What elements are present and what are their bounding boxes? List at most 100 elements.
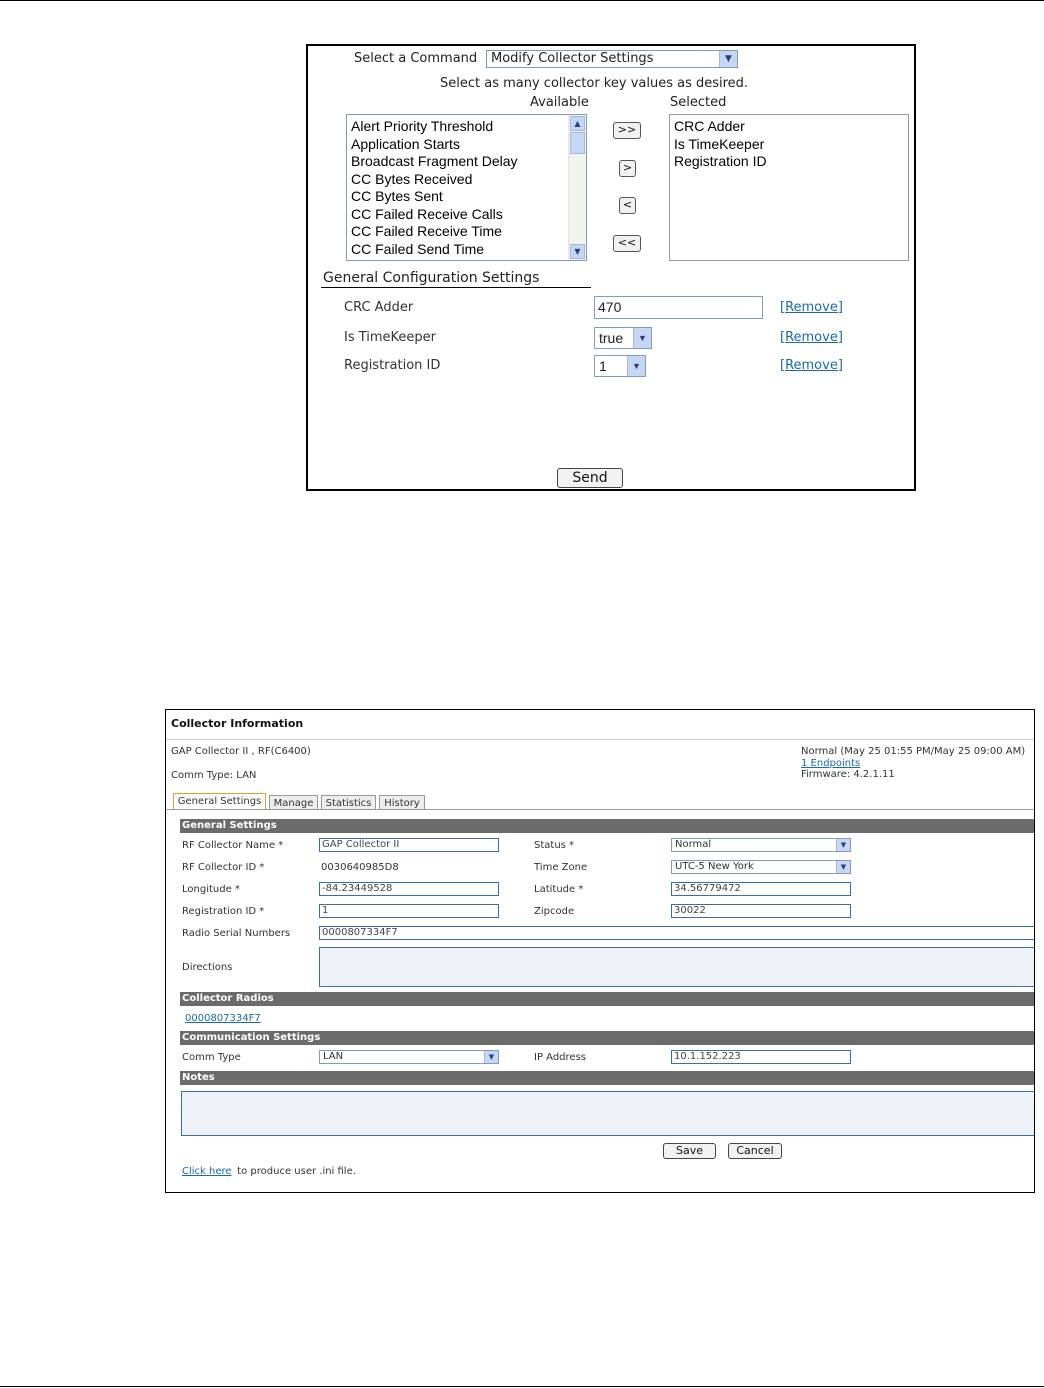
available-list[interactable]: Alert Priority Threshold Application Sta… (346, 114, 587, 261)
section-underline (321, 287, 591, 288)
general-settings-header: General Settings (180, 819, 1034, 833)
command-select[interactable]: Modify Collector Settings ▼ (486, 50, 738, 68)
scroll-down-icon[interactable]: ▼ (570, 244, 585, 259)
comm-type-value: LAN (323, 1051, 344, 1062)
zipcode-input[interactable]: 30022 (671, 904, 851, 918)
radio-serial-input[interactable]: 0000807334F7 (319, 926, 1034, 940)
send-button[interactable]: Send (557, 468, 623, 488)
directions-textarea[interactable] (319, 947, 1034, 987)
communication-settings-header: Communication Settings (180, 1031, 1034, 1045)
top-rule (0, 0, 1044, 1)
rf-collector-name-input[interactable]: GAP Collector II (319, 838, 499, 852)
panel-title: Collector Information (171, 717, 304, 730)
scroll-up-icon[interactable]: ▲ (570, 116, 585, 131)
selected-header: Selected (670, 95, 727, 110)
registration-id-label: Registration ID * (182, 906, 265, 917)
zipcode-label: Zipcode (534, 906, 575, 917)
list-item[interactable]: CC Failed Receive Calls (347, 206, 586, 224)
collector-name-line: GAP Collector II , RF(C6400) (171, 746, 311, 757)
save-button[interactable]: Save (663, 1143, 716, 1159)
rf-collector-name-label: RF Collector Name * (182, 840, 284, 851)
list-item[interactable]: CC Failed Send Time (347, 241, 586, 259)
command-select-value: Modify Collector Settings (491, 51, 654, 66)
list-item[interactable]: CC Bytes Received (347, 171, 586, 189)
bottom-rule (0, 1386, 1044, 1387)
chevron-down-icon: ▼ (836, 861, 850, 873)
remove-is-timekeeper-link[interactable]: [Remove] (780, 330, 843, 345)
crc-adder-label: CRC Adder (344, 300, 414, 315)
status-label: Status * (534, 840, 575, 851)
comm-type-label: Comm Type (182, 1052, 241, 1063)
list-item[interactable]: Application Starts (347, 136, 586, 154)
collector-information-panel: Collector Information GAP Collector II ,… (165, 709, 1035, 1193)
tab-history[interactable]: History (379, 795, 425, 810)
directions-label: Directions (182, 962, 233, 973)
available-header: Available (530, 95, 589, 110)
notes-header: Notes (180, 1071, 1034, 1085)
is-timekeeper-select[interactable]: true ▼ (594, 327, 652, 349)
endpoints-link[interactable]: 1 Endpoints (801, 758, 860, 769)
longitude-label: Longitude * (182, 884, 240, 895)
registration-id-select[interactable]: 1 ▼ (594, 355, 646, 377)
chevron-down-icon: ▼ (836, 839, 850, 851)
registration-id-input[interactable]: 1 (319, 904, 499, 918)
rf-collector-id-value: 0030640985D8 (321, 862, 399, 873)
cancel-button[interactable]: Cancel (728, 1143, 782, 1159)
longitude-input[interactable]: -84.23449528 (319, 882, 499, 896)
radio-serial-link[interactable]: 0000807334F7 (185, 1013, 261, 1024)
list-item[interactable]: Registration ID (670, 153, 908, 171)
is-timekeeper-value: true (599, 330, 624, 346)
time-zone-value: UTC-5 New York (675, 861, 754, 872)
status-line: Normal (May 25 01:55 PM/May 25 09:00 AM) (801, 746, 1026, 757)
modify-collector-panel: Select a Command Modify Collector Settin… (306, 44, 916, 491)
instruction-text: Select as many collector key values as d… (440, 76, 749, 91)
click-here-link[interactable]: Click here (182, 1166, 232, 1177)
list-item[interactable]: CC Failed Receive Time (347, 223, 586, 241)
chevron-down-icon: ▼ (633, 328, 651, 348)
tab-statistics[interactable]: Statistics (321, 795, 376, 810)
section-title: General Configuration Settings (323, 270, 540, 286)
select-command-label: Select a Command (354, 51, 478, 66)
chevron-down-icon: ▼ (627, 356, 645, 376)
status-value: Normal (675, 839, 712, 850)
latitude-label: Latitude * (534, 884, 584, 895)
notes-textarea[interactable] (181, 1091, 1034, 1136)
selected-list[interactable]: CRC Adder Is TimeKeeper Registration ID (669, 114, 909, 261)
collector-radios-header: Collector Radios (180, 992, 1034, 1006)
comm-type-line: Comm Type: LAN (171, 770, 257, 781)
rf-collector-id-label: RF Collector ID * (182, 862, 265, 873)
crc-adder-input[interactable]: 470 (594, 296, 763, 319)
time-zone-label: Time Zone (534, 862, 588, 873)
ini-file-text: to produce user .ini file. (234, 1166, 356, 1177)
firmware-line: Firmware: 4.2.1.11 (801, 769, 895, 780)
available-scrollbar[interactable]: ▲ ▼ (568, 115, 586, 260)
latitude-input[interactable]: 34.56779472 (671, 882, 851, 896)
remove-all-button[interactable]: << (613, 235, 641, 252)
remove-crc-adder-link[interactable]: [Remove] (780, 300, 843, 315)
title-divider (166, 739, 1034, 740)
list-item[interactable]: Broadcast Fragment Delay (347, 153, 586, 171)
add-button[interactable]: > (619, 160, 636, 177)
chevron-down-icon: ▼ (719, 51, 737, 67)
is-timekeeper-label: Is TimeKeeper (344, 330, 437, 345)
radio-serial-label: Radio Serial Numbers (182, 928, 291, 939)
registration-id-label: Registration ID (344, 358, 441, 373)
registration-id-value: 1 (599, 358, 607, 374)
list-item[interactable]: Is TimeKeeper (670, 136, 908, 154)
list-item[interactable]: CRC Adder (670, 118, 908, 136)
ip-address-input[interactable]: 10.1.152.223 (671, 1050, 851, 1064)
scroll-thumb[interactable] (570, 132, 585, 154)
tab-strip-line (166, 809, 1034, 810)
time-zone-select[interactable]: UTC-5 New York ▼ (671, 860, 851, 874)
tab-manage[interactable]: Manage (269, 795, 318, 810)
ip-address-label: IP Address (534, 1052, 586, 1063)
chevron-down-icon: ▼ (484, 1051, 498, 1063)
remove-button[interactable]: < (619, 197, 636, 214)
status-select[interactable]: Normal ▼ (671, 838, 851, 852)
tab-general-settings[interactable]: General Settings (173, 793, 266, 810)
add-all-button[interactable]: >> (613, 122, 641, 139)
comm-type-select[interactable]: LAN ▼ (319, 1050, 499, 1064)
remove-registration-id-link[interactable]: [Remove] (780, 358, 843, 373)
list-item[interactable]: Alert Priority Threshold (347, 118, 586, 136)
list-item[interactable]: CC Bytes Sent (347, 188, 586, 206)
